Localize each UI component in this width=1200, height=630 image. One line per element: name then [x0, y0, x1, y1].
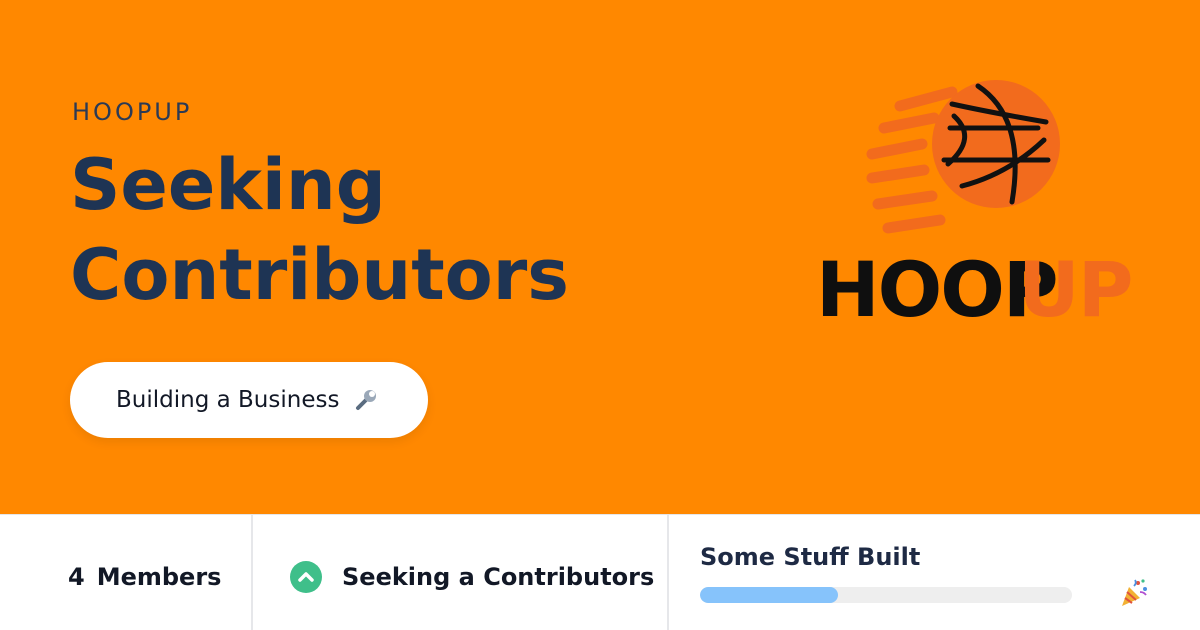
project-eyebrow: HOOPUP: [72, 98, 193, 126]
status-stat: Seeking a Contributors: [253, 515, 669, 630]
progress-fill: [700, 587, 838, 603]
members-stat: 4 Members: [0, 515, 253, 630]
members-label: Members: [96, 563, 222, 591]
page-title: Seeking Contributors: [70, 144, 569, 316]
members-count: 4: [68, 563, 85, 591]
status-label: Seeking a Contributors: [342, 563, 655, 591]
stats-footer: 4 Members Seeking a Contributors Some Stu…: [0, 514, 1200, 630]
stage-pill-label: Building a Business: [116, 387, 340, 413]
progress-title: Some Stuff Built: [700, 543, 921, 571]
hoopup-logo: HOOP UP: [812, 78, 1133, 334]
chevron-up-icon: [290, 561, 322, 593]
progress-stat: Some Stuff Built: [669, 515, 1200, 630]
stage-pill: Building a Business: [70, 362, 428, 438]
wrench-icon: [353, 387, 379, 413]
hero-banner: HOOPUP Seeking Contributors Building a B…: [0, 0, 1200, 514]
logo-text-up: UP: [1018, 245, 1131, 328]
party-popper-icon: [1118, 577, 1150, 609]
progress-bar: [700, 587, 1072, 603]
basketball-icon: [866, 80, 1060, 234]
